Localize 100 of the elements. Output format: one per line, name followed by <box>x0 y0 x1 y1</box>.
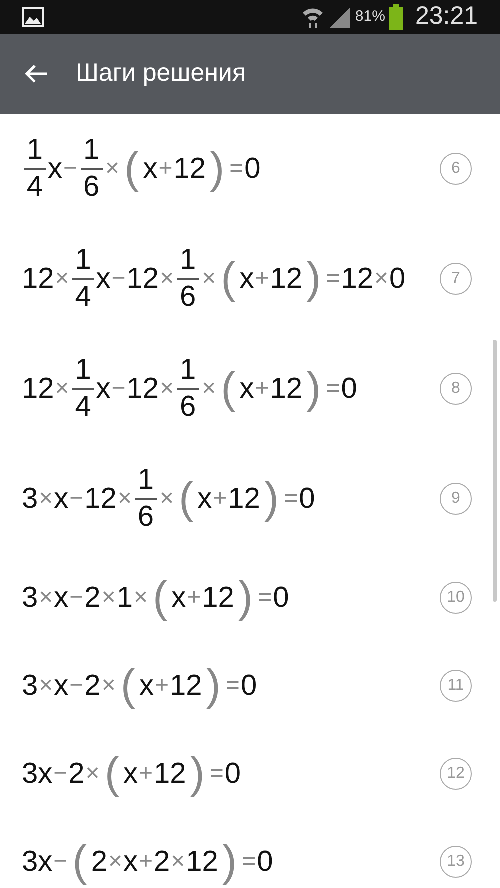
math-term: 2 <box>91 848 108 876</box>
math-term: 3 <box>22 584 38 612</box>
math-operator: + <box>138 762 153 786</box>
parenthesis: ( <box>221 257 236 301</box>
math-term: x <box>48 154 62 184</box>
step-number: 9 <box>440 483 472 515</box>
step-number: 13 <box>440 846 472 878</box>
math-term: 12 <box>270 264 303 294</box>
math-term: 2 <box>68 760 85 788</box>
math-operator: × <box>39 586 54 610</box>
math-term: x <box>139 672 154 700</box>
math-operator: = <box>284 487 298 511</box>
math-term: x <box>143 154 158 184</box>
denominator: 4 <box>75 283 92 312</box>
math-operator: − <box>70 487 84 511</box>
math-term: 12 <box>170 672 202 700</box>
gallery-icon <box>22 7 44 27</box>
step-number: 6 <box>440 153 472 185</box>
math-term: 3 <box>22 484 38 514</box>
math-operator: × <box>102 674 116 698</box>
math-operator: − <box>70 586 84 610</box>
math-operator: = <box>326 377 340 401</box>
math-term: x <box>96 374 111 404</box>
math-term: 0 <box>257 848 274 876</box>
math-operator: + <box>158 157 173 181</box>
parenthesis: ( <box>152 576 168 620</box>
math-operator: − <box>112 267 126 291</box>
math-operator: × <box>160 267 174 291</box>
math-term: x <box>198 484 212 514</box>
math-operator: = <box>230 157 244 181</box>
math-operator: = <box>326 267 340 291</box>
numerator: 1 <box>180 246 196 275</box>
parenthesis: ) <box>264 477 280 521</box>
denominator: 6 <box>83 173 100 202</box>
parenthesis: ) <box>222 840 238 884</box>
back-arrow-icon[interactable] <box>24 64 48 84</box>
math-operator: × <box>171 850 186 874</box>
math-term: 12 <box>228 484 260 514</box>
math-operator: − <box>54 762 68 786</box>
numerator: 1 <box>75 356 92 385</box>
numerator: 1 <box>138 466 154 495</box>
denominator: 6 <box>180 283 196 312</box>
parenthesis: ) <box>306 367 322 411</box>
math-operator: + <box>255 267 270 291</box>
math-term: 12 <box>22 264 54 294</box>
math-operator: − <box>112 377 126 401</box>
math-term: 0 <box>389 264 406 294</box>
denominator: 4 <box>26 173 44 202</box>
math-operator: × <box>134 586 148 610</box>
parenthesis: ) <box>206 664 221 708</box>
math-operator: = <box>226 674 240 698</box>
math-term: x <box>96 264 111 294</box>
numerator: 1 <box>26 136 44 165</box>
parenthesis: ( <box>72 840 88 884</box>
screen-title: Шаги решения <box>76 58 246 90</box>
math-operator: × <box>202 377 216 401</box>
math-term: 12 <box>270 374 303 404</box>
numerator: 1 <box>180 356 196 385</box>
math-operator: × <box>108 850 122 874</box>
step-number: 10 <box>440 582 472 614</box>
math-term: x <box>172 584 186 612</box>
math-term: 12 <box>341 264 374 294</box>
math-term: 0 <box>224 760 242 788</box>
math-operator: + <box>138 850 153 874</box>
math-operator: − <box>54 850 68 874</box>
parenthesis: ) <box>210 147 225 191</box>
math-operator: + <box>154 674 169 698</box>
math-term: 0 <box>244 154 261 184</box>
denominator: 6 <box>180 393 196 422</box>
math-operator: × <box>202 267 216 291</box>
math-operator: × <box>106 157 120 181</box>
numerator: 1 <box>83 136 100 165</box>
math-term: 12 <box>174 154 206 184</box>
math-term: 3x <box>22 848 53 876</box>
math-term: 3x <box>22 760 53 788</box>
parenthesis: ( <box>104 752 120 796</box>
step-number: 8 <box>440 373 472 405</box>
math-operator: × <box>160 377 174 401</box>
math-term: x <box>54 672 69 700</box>
math-term: 3 <box>22 672 38 700</box>
parenthesis: ) <box>190 752 205 796</box>
math-operator: = <box>258 586 272 610</box>
math-term: 12 <box>202 584 234 612</box>
parenthesis: ) <box>306 257 322 301</box>
math-term: 0 <box>273 584 290 612</box>
battery-percent: 81% <box>355 6 386 27</box>
math-operator: + <box>187 586 202 610</box>
math-operator: × <box>160 487 174 511</box>
denominator: 6 <box>138 503 154 532</box>
math-term: 0 <box>299 484 316 514</box>
math-term: 1 <box>116 584 133 612</box>
math-term: 12 <box>126 374 160 404</box>
math-operator: − <box>64 157 78 181</box>
math-term: 0 <box>341 374 358 404</box>
math-term: x <box>240 264 254 294</box>
math-term: x <box>123 760 138 788</box>
math-operator: + <box>213 487 228 511</box>
math-operator: × <box>374 267 388 291</box>
math-term: x <box>240 374 254 404</box>
battery-icon <box>389 4 404 30</box>
